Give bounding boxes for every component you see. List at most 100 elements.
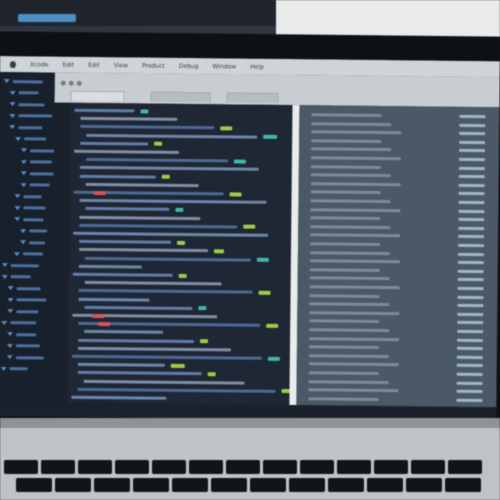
disclosure-arrow-icon[interactable]: [0, 366, 7, 371]
keyboard-key[interactable]: [263, 460, 297, 474]
navigator-item[interactable]: [7, 308, 39, 314]
keyboard-key[interactable]: [41, 460, 75, 474]
disclosure-arrow-icon[interactable]: [9, 90, 16, 95]
navigator-item[interactable]: [20, 147, 57, 153]
navigator-item[interactable]: [20, 182, 50, 188]
navigator-item[interactable]: [7, 331, 37, 337]
disclosure-arrow-icon[interactable]: [20, 228, 27, 233]
keyboard-key[interactable]: [337, 460, 371, 474]
keyboard-key[interactable]: [115, 460, 149, 474]
keyboard-key[interactable]: [448, 460, 482, 474]
disclosure-arrow-icon[interactable]: [1, 263, 8, 268]
keyboard-key[interactable]: [78, 460, 112, 474]
navigator-item[interactable]: [9, 90, 39, 96]
menu-item[interactable]: View: [114, 62, 128, 69]
disclosure-arrow-icon[interactable]: [14, 205, 21, 210]
menu-item[interactable]: Edit: [62, 61, 74, 68]
navigator-item[interactable]: [1, 320, 37, 326]
navigator-item-label: [18, 102, 45, 106]
keyboard-key[interactable]: [55, 478, 91, 492]
keyboard-key[interactable]: [328, 478, 364, 492]
disclosure-arrow-icon[interactable]: [14, 194, 21, 199]
navigator-item[interactable]: [7, 285, 41, 291]
menu-item[interactable]: Help: [250, 63, 264, 70]
disclosure-arrow-icon[interactable]: [20, 171, 27, 176]
keyboard-key[interactable]: [250, 478, 286, 492]
disclosure-arrow-icon[interactable]: [3, 79, 10, 84]
disclosure-arrow-icon[interactable]: [9, 113, 16, 118]
keyboard-key[interactable]: [189, 460, 223, 474]
keyboard-key[interactable]: [172, 478, 208, 492]
disclosure-arrow-icon[interactable]: [14, 217, 21, 222]
disclosure-arrow-icon[interactable]: [7, 332, 14, 337]
navigator-item[interactable]: [0, 366, 28, 372]
keyboard-key[interactable]: [289, 478, 325, 492]
navigator-item[interactable]: [9, 124, 43, 130]
disclosure-arrow-icon[interactable]: [7, 297, 14, 302]
navigator-item[interactable]: [20, 159, 52, 165]
keyboard-key[interactable]: [411, 460, 445, 474]
keyboard-key[interactable]: [367, 478, 403, 492]
keyboard-key[interactable]: [152, 460, 186, 474]
keyboard-key[interactable]: [226, 460, 260, 474]
navigator-item[interactable]: [15, 136, 47, 142]
menu-item[interactable]: Debug: [179, 62, 199, 69]
keyboard-key[interactable]: [211, 478, 247, 492]
keyboard-key[interactable]: [300, 460, 334, 474]
disclosure-arrow-icon[interactable]: [6, 343, 13, 348]
keyboard-key[interactable]: [4, 460, 38, 474]
menu-item[interactable]: Edit: [88, 61, 100, 68]
minimize-window-icon[interactable]: [68, 80, 74, 86]
navigator-item[interactable]: [1, 262, 39, 268]
navigator-item[interactable]: [1, 274, 31, 280]
code-line: [77, 371, 202, 376]
disclosure-arrow-icon[interactable]: [9, 125, 16, 130]
keyboard-key[interactable]: [133, 478, 169, 492]
navigator-item[interactable]: [6, 354, 44, 360]
navigator-item[interactable]: [20, 170, 54, 176]
output-line: [309, 276, 390, 281]
navigator-item[interactable]: [6, 343, 40, 349]
disclosure-arrow-icon[interactable]: [9, 102, 16, 107]
close-window-icon[interactable]: [60, 80, 66, 86]
disclosure-arrow-icon[interactable]: [20, 240, 27, 245]
navigator-item[interactable]: [7, 297, 47, 303]
navigator-item[interactable]: [13, 251, 43, 257]
output-pane[interactable]: [296, 105, 500, 408]
disclosure-arrow-icon[interactable]: [7, 286, 14, 291]
disclosure-arrow-icon[interactable]: [20, 159, 27, 164]
keyboard-key[interactable]: [374, 460, 408, 474]
navigator-item[interactable]: [9, 113, 53, 119]
editor-tab[interactable]: [70, 90, 125, 102]
keyboard-key[interactable]: [94, 478, 130, 492]
disclosure-arrow-icon[interactable]: [13, 251, 20, 256]
code-editor[interactable]: [51, 102, 293, 406]
disclosure-arrow-icon[interactable]: [20, 148, 28, 153]
keyboard-key[interactable]: [16, 478, 52, 492]
disclosure-arrow-icon[interactable]: [6, 355, 13, 360]
menu-item[interactable]: Window: [212, 63, 236, 70]
navigator-item[interactable]: [20, 228, 48, 234]
navigator-item[interactable]: [14, 216, 44, 222]
output-value: [457, 278, 484, 282]
disclosure-arrow-icon[interactable]: [7, 309, 14, 314]
navigator-item[interactable]: [20, 239, 46, 245]
navigator-item[interactable]: [9, 101, 45, 107]
zoom-window-icon[interactable]: [76, 80, 82, 86]
keyboard-key[interactable]: [445, 478, 481, 492]
keyboard-key[interactable]: [406, 478, 442, 492]
navigator-item[interactable]: [14, 205, 46, 211]
navigator-item[interactable]: [14, 193, 42, 199]
editor-tab[interactable]: [150, 91, 211, 103]
navigator-item-label: [29, 229, 48, 233]
disclosure-arrow-icon[interactable]: [15, 136, 22, 141]
disclosure-arrow-icon[interactable]: [20, 182, 27, 187]
output-value: [459, 149, 486, 153]
disclosure-arrow-icon[interactable]: [1, 274, 8, 279]
disclosure-arrow-icon[interactable]: [1, 320, 8, 325]
apple-icon[interactable]: [9, 60, 16, 68]
editor-tab[interactable]: [226, 92, 279, 103]
menu-item[interactable]: Product: [142, 62, 165, 69]
menu-item[interactable]: Xcode: [30, 61, 49, 68]
navigator-item[interactable]: [3, 78, 43, 84]
